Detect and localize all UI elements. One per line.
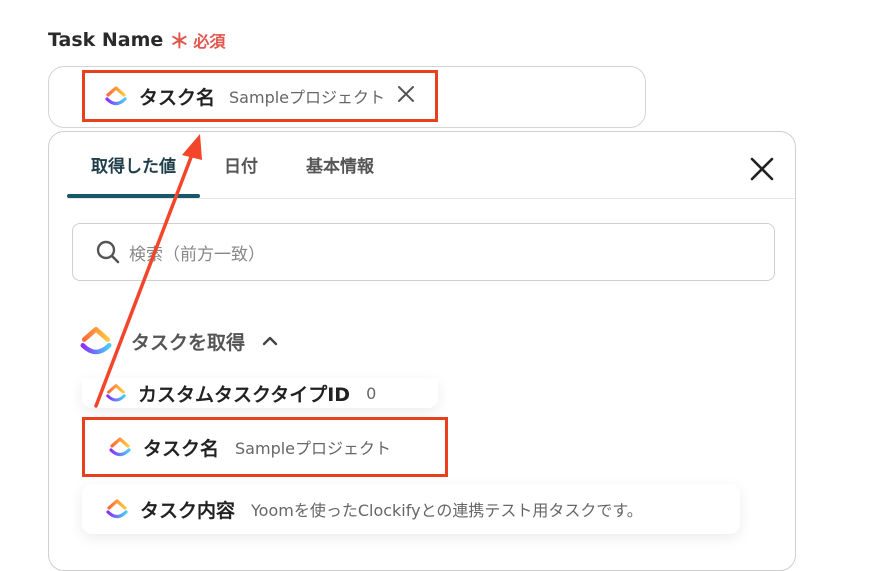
chip-remove-icon[interactable]	[397, 85, 415, 108]
required-mark: ＊	[169, 29, 190, 53]
clickup-logo-icon	[105, 86, 127, 106]
item-label: タスク名	[143, 437, 220, 460]
item-label: カスタムタスクタイプID	[138, 383, 351, 406]
selected-value-chip[interactable]: タスク名 Sampleプロジェクト	[82, 70, 438, 122]
chip-label: タスク名	[139, 86, 216, 109]
list-item[interactable]: カスタムタスクタイプID 0	[82, 378, 438, 408]
tab-divider	[67, 198, 795, 199]
close-icon[interactable]	[747, 154, 777, 184]
required-text: 必須	[193, 31, 226, 51]
tab-basic-info[interactable]: 基本情報	[282, 132, 398, 198]
item-value: Sampleプロジェクト	[235, 439, 392, 458]
item-label: タスク内容	[140, 499, 236, 522]
search-icon	[96, 240, 120, 264]
clickup-logo-icon	[109, 437, 131, 457]
item-value: Yoomを使ったClockifyとの連携テスト用タスクです。	[251, 501, 643, 520]
field-label: Task Name ＊ 必須	[48, 25, 225, 54]
item-value: 0	[366, 383, 377, 403]
search-input[interactable]: 検索（前方一致）	[72, 223, 775, 281]
tab-retrieved-values[interactable]: 取得した値	[67, 132, 200, 198]
tab-date[interactable]: 日付	[200, 132, 282, 198]
chip-value: Sampleプロジェクト	[229, 88, 386, 107]
group-header-get-task[interactable]: タスクを取得	[77, 322, 279, 360]
group-title: タスクを取得	[131, 331, 246, 354]
list-item[interactable]: タスク内容 Yoomを使ったClockifyとの連携テスト用タスクです。	[82, 484, 740, 534]
clickup-logo-icon	[106, 499, 128, 519]
clickup-logo-icon	[80, 326, 112, 355]
tab-bar: 取得した値 日付 基本情報	[67, 132, 398, 198]
search-placeholder: 検索（前方一致）	[129, 244, 265, 265]
clickup-logo-icon	[106, 384, 126, 402]
chevron-up-icon	[262, 336, 278, 346]
list-item-highlighted[interactable]: タスク名 Sampleプロジェクト	[82, 417, 448, 477]
field-label-text: Task Name	[48, 28, 164, 51]
